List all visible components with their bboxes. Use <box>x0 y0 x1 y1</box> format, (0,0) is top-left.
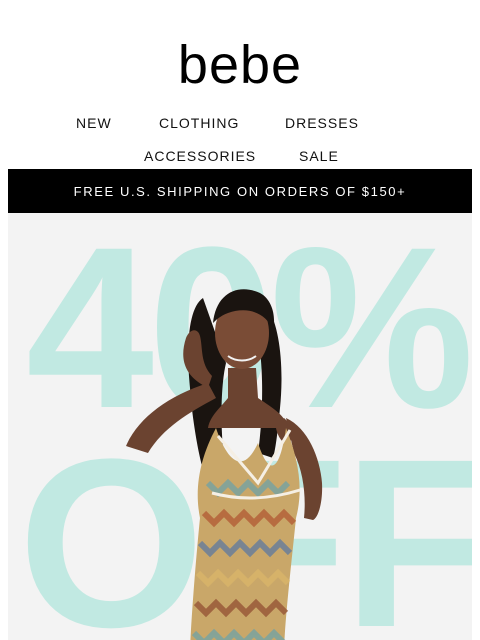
nav-link-clothing[interactable]: CLOTHING <box>159 115 239 131</box>
nav-link-new[interactable]: NEW <box>76 115 112 131</box>
brand-logo-text: bebe <box>177 35 303 95</box>
nav-link-sale[interactable]: SALE <box>299 148 339 164</box>
model-photo <box>126 289 323 640</box>
hero-banner[interactable]: 40% OFF <box>8 213 472 640</box>
shipping-promo-text: FREE U.S. SHIPPING ON ORDERS OF $150+ <box>73 183 407 199</box>
nav-link-dresses[interactable]: DRESSES <box>285 115 359 131</box>
shipping-promo-bar[interactable]: FREE U.S. SHIPPING ON ORDERS OF $150+ <box>8 169 472 213</box>
brand-logo[interactable]: bebe <box>0 38 480 92</box>
nav-link-accessories[interactable]: ACCESSORIES <box>144 148 256 164</box>
